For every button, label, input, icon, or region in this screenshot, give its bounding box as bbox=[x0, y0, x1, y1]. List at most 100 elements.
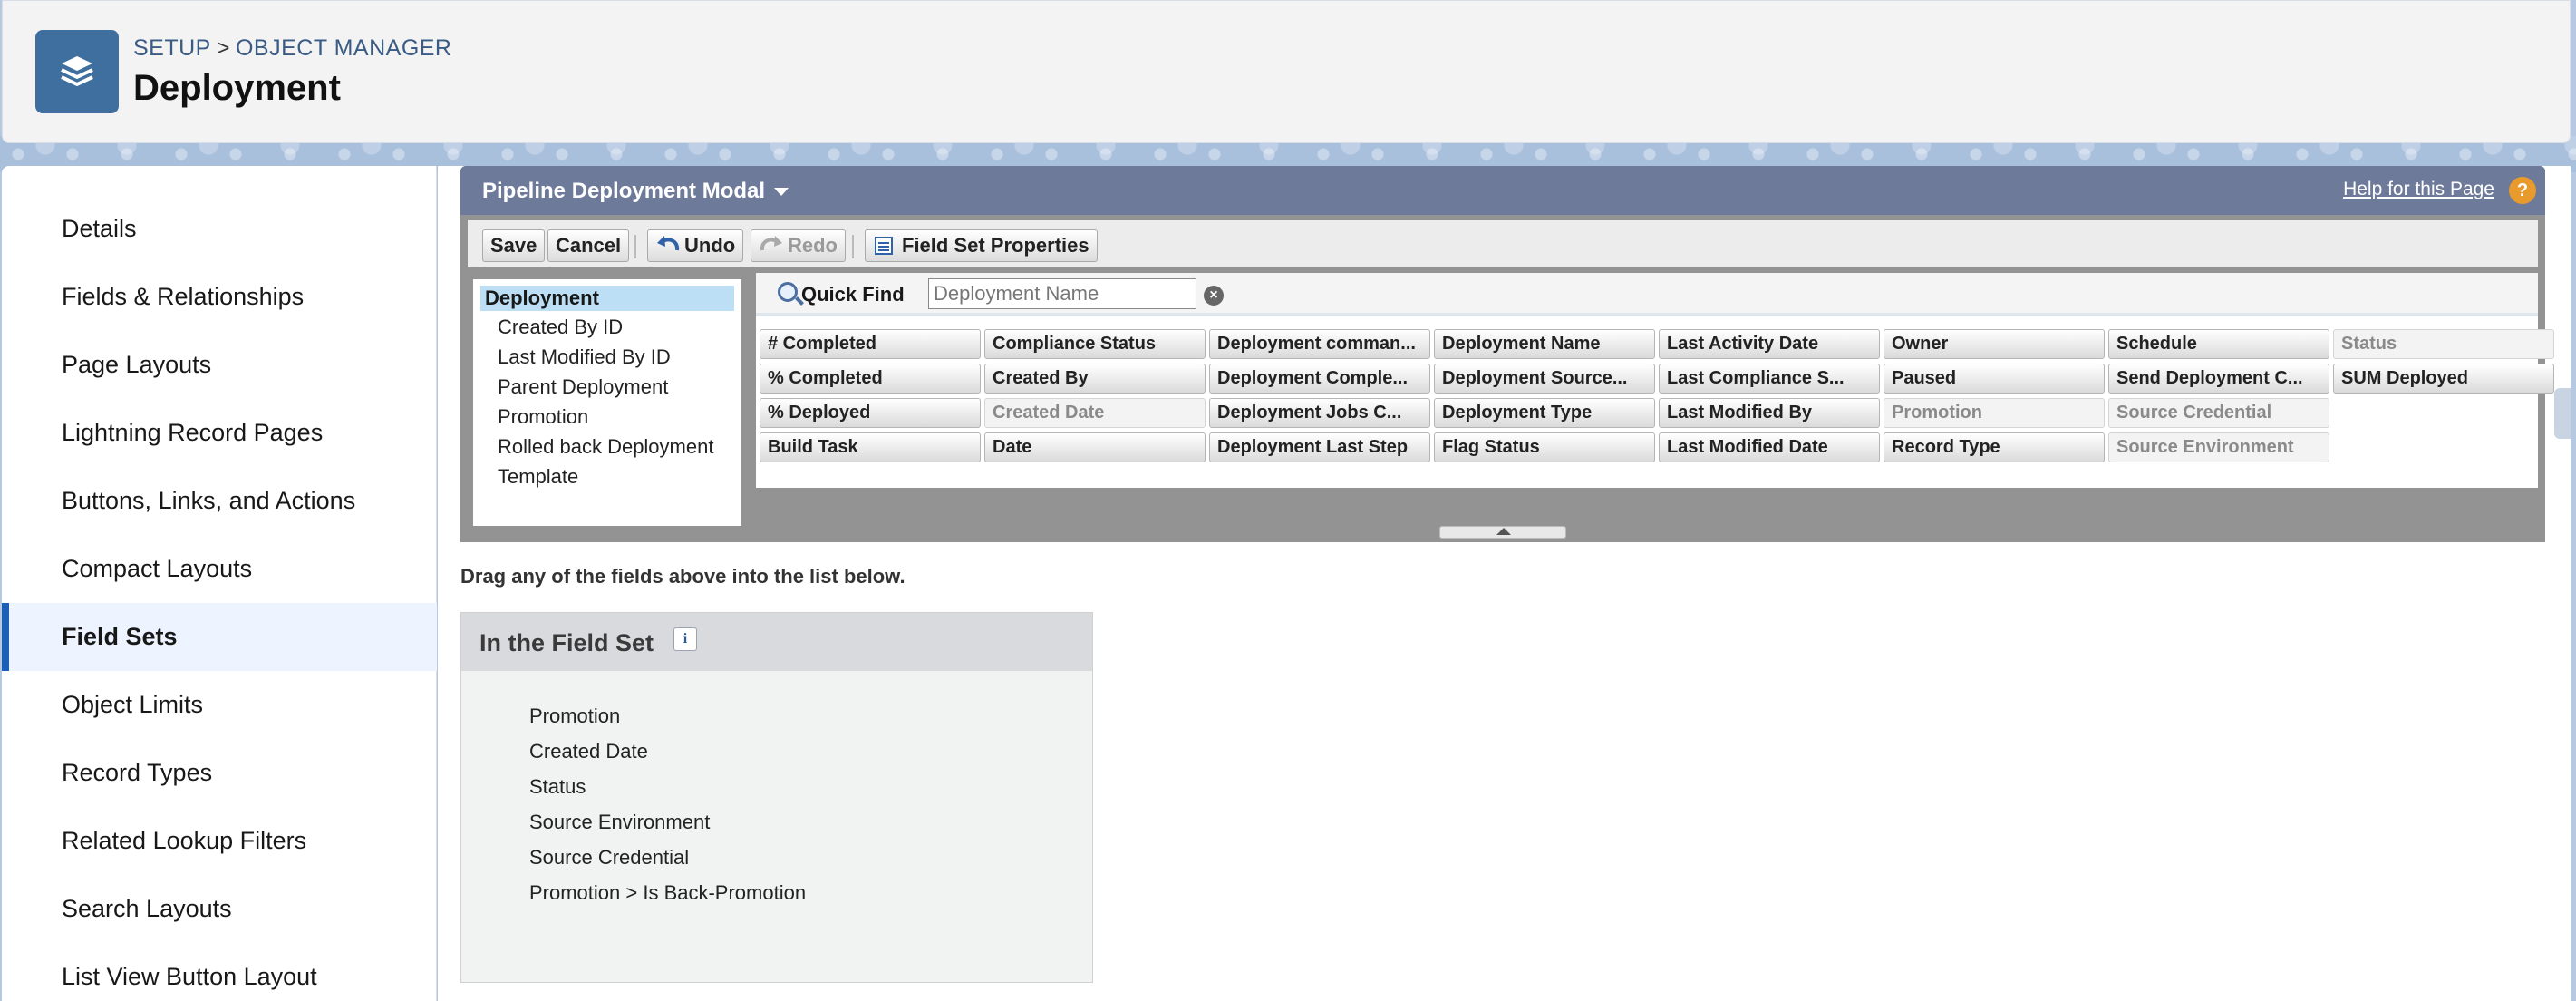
breadcrumb: SETUP > OBJECT MANAGER bbox=[133, 35, 452, 62]
field-tile[interactable]: Date bbox=[984, 432, 1206, 462]
sidebar-item-lightning-record-pages[interactable]: Lightning Record Pages bbox=[2, 399, 437, 467]
sidebar-item-label: Related Lookup Filters bbox=[62, 827, 307, 854]
sidebar-item-label: Fields & Relationships bbox=[62, 283, 305, 310]
field-tile[interactable]: Promotion bbox=[1884, 398, 2105, 428]
field-tile[interactable]: Send Deployment C... bbox=[2108, 364, 2329, 394]
collapse-handle[interactable] bbox=[1439, 526, 1566, 539]
field-set-list: In the Field Set i Promotion Created Date… bbox=[460, 612, 1093, 983]
field-set-item[interactable]: Source Credential bbox=[529, 846, 689, 870]
tree-item[interactable]: Parent Deployment bbox=[498, 375, 668, 399]
field-set-title[interactable]: Pipeline Deployment Modal bbox=[482, 179, 789, 204]
sidebar-item-label: Field Sets bbox=[62, 623, 178, 650]
field-set-properties-button[interactable]: Field Set Properties bbox=[865, 229, 1098, 262]
tree-item-deployment[interactable]: Deployment bbox=[480, 286, 734, 311]
sidebar-item-list-view-button-layout[interactable]: List View Button Layout bbox=[2, 943, 437, 1001]
toolbar-divider bbox=[634, 235, 636, 258]
field-tile[interactable]: Record Type bbox=[1884, 432, 2105, 462]
quick-find-input[interactable] bbox=[928, 278, 1196, 309]
field-tile[interactable]: Status bbox=[2333, 329, 2554, 359]
help-icon[interactable]: ? bbox=[2509, 177, 2536, 204]
field-tile[interactable]: Last Activity Date bbox=[1659, 329, 1880, 359]
field-tile[interactable]: Deployment Last Step bbox=[1209, 432, 1430, 462]
tree-item[interactable]: Last Modified By ID bbox=[498, 345, 671, 369]
field-set-title-label: Pipeline Deployment Modal bbox=[482, 179, 766, 203]
save-button[interactable]: Save bbox=[482, 229, 546, 262]
field-tile[interactable]: % Completed bbox=[760, 364, 981, 394]
field-set-list-header: In the Field Set i bbox=[461, 613, 1092, 671]
sidebar: Details Fields & Relationships Page Layout… bbox=[2, 166, 437, 1001]
clear-icon[interactable]: × bbox=[1204, 286, 1224, 306]
sidebar-item-details[interactable]: Details bbox=[2, 195, 437, 263]
field-set-item[interactable]: Promotion > Is Back-Promotion bbox=[529, 881, 806, 905]
tree-item[interactable]: Template bbox=[498, 465, 578, 489]
field-tile[interactable]: Owner bbox=[1884, 329, 2105, 359]
quick-find-label: Quick Find bbox=[801, 283, 905, 306]
field-tile[interactable]: Deployment Name bbox=[1434, 329, 1655, 359]
breadcrumb-setup[interactable]: SETUP bbox=[133, 35, 211, 61]
field-tile[interactable]: Last Modified Date bbox=[1659, 432, 1880, 462]
redo-label: Redo bbox=[788, 234, 838, 257]
main-content: Pipeline Deployment Modal Help for this … bbox=[438, 166, 2571, 1001]
field-tile[interactable]: Last Modified By bbox=[1659, 398, 1880, 428]
field-tile[interactable]: # Completed bbox=[760, 329, 981, 359]
undo-button[interactable]: Undo bbox=[647, 229, 744, 262]
field-tile[interactable]: Deployment comman... bbox=[1209, 329, 1430, 359]
tree-item[interactable]: Created By ID bbox=[498, 316, 623, 339]
field-tile[interactable]: Source Credential bbox=[2108, 398, 2329, 428]
field-tile[interactable]: Deployment Jobs C... bbox=[1209, 398, 1430, 428]
sidebar-item-compact-layouts[interactable]: Compact Layouts bbox=[2, 535, 437, 603]
field-set-editor: Pipeline Deployment Modal Help for this … bbox=[460, 166, 2554, 542]
field-tile[interactable]: % Deployed bbox=[760, 398, 981, 428]
field-tile[interactable]: Last Compliance S... bbox=[1659, 364, 1880, 394]
field-tile[interactable]: SUM Deployed bbox=[2333, 364, 2554, 394]
field-tile[interactable]: Deployment Comple... bbox=[1209, 364, 1430, 394]
sidebar-item-related-lookup-filters[interactable]: Related Lookup Filters bbox=[2, 807, 437, 875]
field-set-list-title: In the Field Set bbox=[479, 629, 654, 656]
sidebar-item-field-sets[interactable]: Field Sets bbox=[2, 603, 437, 671]
breadcrumb-object-manager[interactable]: OBJECT MANAGER bbox=[236, 35, 452, 61]
caret-down-icon[interactable] bbox=[774, 188, 789, 197]
cancel-button[interactable]: Cancel bbox=[547, 229, 630, 262]
tree-item[interactable]: Promotion bbox=[498, 405, 588, 429]
field-set-item[interactable]: Source Environment bbox=[529, 811, 710, 834]
field-tile[interactable]: Created Date bbox=[984, 398, 1206, 428]
info-icon[interactable]: i bbox=[673, 627, 697, 651]
sidebar-item-record-types[interactable]: Record Types bbox=[2, 739, 437, 807]
undo-label: Undo bbox=[684, 234, 736, 257]
field-tile[interactable]: Schedule bbox=[2108, 329, 2329, 359]
field-tile[interactable]: Deployment Type bbox=[1434, 398, 1655, 428]
field-grid: # Completed Compliance Status Deployment c… bbox=[756, 316, 2554, 488]
toolbar-divider bbox=[852, 235, 854, 258]
field-tile[interactable]: Source Environment bbox=[2108, 432, 2329, 462]
side-tab[interactable] bbox=[2554, 388, 2571, 439]
field-set-properties-label: Field Set Properties bbox=[902, 234, 1089, 257]
page-title: Deployment bbox=[133, 68, 341, 108]
field-set-item[interactable]: Status bbox=[529, 775, 586, 799]
redo-icon bbox=[760, 236, 782, 251]
sidebar-item-fields-relationships[interactable]: Fields & Relationships bbox=[2, 263, 437, 331]
field-tile[interactable]: Paused bbox=[1884, 364, 2105, 394]
field-tile[interactable]: Created By bbox=[984, 364, 1206, 394]
tree-item[interactable]: Rolled back Deployment bbox=[498, 435, 713, 459]
sidebar-item-label: Buttons, Links, and Actions bbox=[62, 487, 356, 514]
sidebar-item-label: Page Layouts bbox=[62, 351, 212, 378]
field-set-item[interactable]: Created Date bbox=[529, 740, 648, 763]
drag-hint-text: Drag any of the fields above into the li… bbox=[460, 565, 905, 588]
help-link[interactable]: Help for this Page bbox=[2343, 179, 2494, 200]
sidebar-item-buttons-links-and-actions[interactable]: Buttons, Links, and Actions bbox=[2, 467, 437, 535]
sidebar-item-label: Record Types bbox=[62, 759, 213, 786]
sidebar-item-label: Search Layouts bbox=[62, 895, 232, 922]
sidebar-item-search-layouts[interactable]: Search Layouts bbox=[2, 875, 437, 943]
sidebar-item-label: Object Limits bbox=[62, 691, 204, 718]
field-palette: Quick Find × # CompletedCompliance Statu… bbox=[756, 273, 2554, 488]
redo-button[interactable]: Redo bbox=[751, 229, 846, 262]
field-tile[interactable]: Compliance Status bbox=[984, 329, 1206, 359]
field-tile[interactable]: Deployment Source... bbox=[1434, 364, 1655, 394]
sidebar-item-object-limits[interactable]: Object Limits bbox=[2, 671, 437, 739]
sidebar-item-page-layouts[interactable]: Page Layouts bbox=[2, 331, 437, 399]
field-tile[interactable]: Flag Status bbox=[1434, 432, 1655, 462]
field-set-item[interactable]: Promotion bbox=[529, 705, 620, 728]
sidebar-item-label: Details bbox=[62, 215, 137, 242]
sidebar-item-label: Lightning Record Pages bbox=[62, 419, 324, 446]
field-tile[interactable]: Build Task bbox=[760, 432, 981, 462]
